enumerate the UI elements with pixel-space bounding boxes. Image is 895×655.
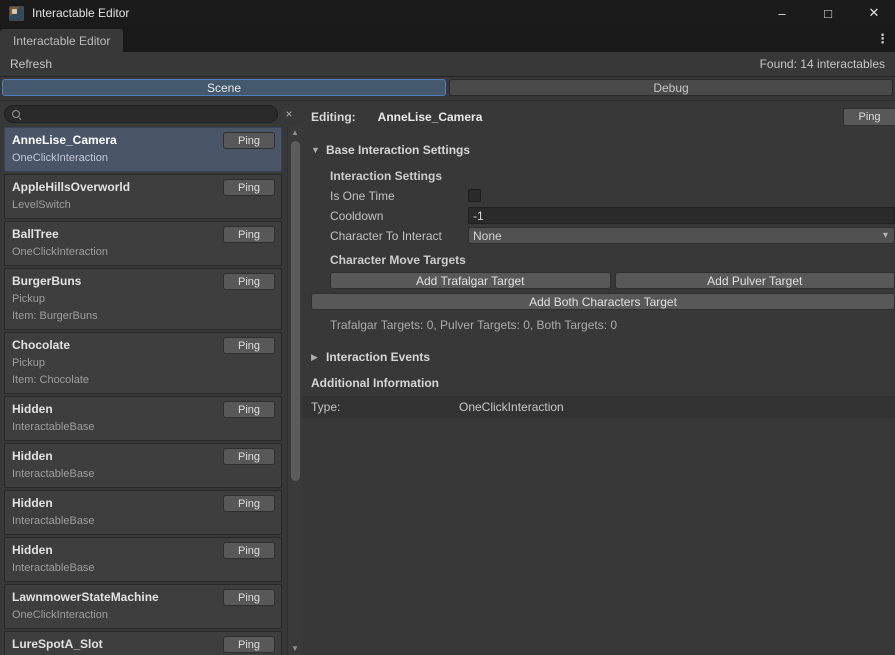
tab-debug[interactable]: Debug xyxy=(449,79,893,96)
window-controls: – □ ✕ xyxy=(751,1,889,25)
ping-button[interactable]: Ping xyxy=(223,179,275,196)
titlebar: Interactable Editor – □ ✕ xyxy=(0,0,895,26)
scroll-down-icon[interactable]: ▼ xyxy=(291,643,299,655)
close-button[interactable]: ✕ xyxy=(859,1,889,25)
add-target-buttons: Add Trafalgar Target Add Pulver Target xyxy=(330,272,895,289)
list-item-type: OneClickInteraction xyxy=(12,244,275,261)
list-item[interactable]: Hidden InteractableBase Ping xyxy=(4,396,282,441)
refresh-button[interactable]: Refresh xyxy=(8,55,62,73)
toolbar: Refresh Found: 14 interactables xyxy=(0,52,895,77)
search-icon xyxy=(12,109,22,119)
list-item[interactable]: Chocolate Pickup Item: Chocolate Ping xyxy=(4,332,282,394)
minimize-button[interactable]: – xyxy=(767,1,797,25)
interaction-events-foldout[interactable]: ▶ Interaction Events xyxy=(311,348,895,366)
editing-header: Editing: AnneLise_Camera Ping xyxy=(311,107,895,127)
ping-button[interactable]: Ping xyxy=(223,337,275,354)
character-to-interact-label: Character To Interact xyxy=(330,229,468,243)
ping-button[interactable]: Ping xyxy=(223,495,275,512)
tab-scene[interactable]: Scene xyxy=(2,79,446,96)
base-settings-foldout[interactable]: ▼ Base Interaction Settings xyxy=(311,141,895,159)
window-menu-icon[interactable]: ⋮ xyxy=(870,31,895,47)
add-both-targets-button[interactable]: Add Both Characters Target xyxy=(311,293,895,310)
list-item[interactable]: AppleHillsOverworld LevelSwitch Ping xyxy=(4,174,282,219)
list-item-extra: Item: BurgerBuns xyxy=(12,308,275,325)
is-one-time-row: Is One Time xyxy=(330,186,895,205)
search-row: × xyxy=(0,101,302,127)
view-tabs: Scene Debug xyxy=(0,77,895,101)
ping-button[interactable]: Ping xyxy=(223,226,275,243)
window-title: Interactable Editor xyxy=(32,6,129,20)
scene-list-scrollbar[interactable]: ▲ ▼ xyxy=(287,127,302,655)
content: × AnneLise_Camera OneClickInteraction Pi… xyxy=(0,101,895,655)
base-settings-foldout-label: Base Interaction Settings xyxy=(326,143,470,157)
move-targets-header: Character Move Targets xyxy=(330,253,895,267)
list-item-type: Pickup xyxy=(12,355,275,372)
scene-list: AnneLise_Camera OneClickInteraction Ping… xyxy=(0,127,286,655)
ping-button[interactable]: Ping xyxy=(223,589,275,606)
add-trafalgar-target-button[interactable]: Add Trafalgar Target xyxy=(330,272,611,289)
scrollbar-thumb[interactable] xyxy=(291,141,300,481)
list-item-type: Pickup xyxy=(12,291,275,308)
character-to-interact-row: Character To Interact None ▾ xyxy=(330,226,895,245)
is-one-time-checkbox[interactable] xyxy=(468,189,481,202)
cooldown-row: Cooldown xyxy=(330,206,895,225)
ping-button[interactable]: Ping xyxy=(223,273,275,290)
search-input[interactable] xyxy=(27,107,270,121)
search-field[interactable] xyxy=(4,105,278,123)
interactable-editor-window: Interactable Editor – □ ✕ Interactable E… xyxy=(0,0,895,655)
list-item-type: InteractableBase xyxy=(12,513,275,530)
add-pulver-target-button[interactable]: Add Pulver Target xyxy=(615,272,895,289)
foldout-closed-icon: ▶ xyxy=(311,352,326,363)
list-item[interactable]: Hidden InteractableBase Ping xyxy=(4,490,282,535)
ping-button[interactable]: Ping xyxy=(223,448,275,465)
list-item[interactable]: BallTree OneClickInteraction Ping xyxy=(4,221,282,266)
clear-search-icon[interactable]: × xyxy=(278,107,300,121)
interaction-events-foldout-label: Interaction Events xyxy=(326,350,430,364)
ping-button[interactable]: Ping xyxy=(223,401,275,418)
list-item[interactable]: AnneLise_Camera OneClickInteraction Ping xyxy=(4,127,282,172)
list-item-type: OneClickInteraction xyxy=(12,607,275,624)
character-to-interact-value: None xyxy=(473,229,502,243)
inspector-panel: Editing: AnneLise_Camera Ping ▼ Base Int… xyxy=(302,101,895,655)
ping-selected-button[interactable]: Ping xyxy=(843,108,895,126)
found-count-label: Found: 14 interactables xyxy=(760,57,887,71)
scroll-up-icon[interactable]: ▲ xyxy=(291,127,299,139)
interaction-settings-header: Interaction Settings xyxy=(330,169,895,183)
list-item-type: OneClickInteraction xyxy=(12,150,275,167)
foldout-open-icon: ▼ xyxy=(311,145,326,155)
scene-panel: × AnneLise_Camera OneClickInteraction Pi… xyxy=(0,101,302,655)
tab-interactable-editor[interactable]: Interactable Editor xyxy=(0,29,123,52)
list-item[interactable]: BurgerBuns Pickup Item: BurgerBuns Ping xyxy=(4,268,282,330)
ping-button[interactable]: Ping xyxy=(223,132,275,149)
list-item-extra: Item: Chocolate xyxy=(12,372,275,389)
editing-label: Editing: xyxy=(311,110,356,124)
maximize-button[interactable]: □ xyxy=(813,1,843,25)
list-item-type: InteractableBase xyxy=(12,466,275,483)
scene-list-wrap: AnneLise_Camera OneClickInteraction Ping… xyxy=(0,127,302,655)
ping-button[interactable]: Ping xyxy=(223,636,275,653)
targets-summary: Trafalgar Targets: 0, Pulver Targets: 0,… xyxy=(330,318,895,332)
editor-tabstrip: Interactable Editor ⋮ xyxy=(0,26,895,52)
list-item-type: InteractableBase xyxy=(12,560,275,577)
additional-information-header: Additional Information xyxy=(311,376,895,390)
list-item-type: InteractableBase xyxy=(12,419,275,436)
dropdown-arrow-icon: ▾ xyxy=(883,230,890,241)
editing-target-name: AnneLise_Camera xyxy=(378,110,483,124)
list-item[interactable]: LawnmowerStateMachine OneClickInteractio… xyxy=(4,584,282,629)
is-one-time-label: Is One Time xyxy=(330,189,468,203)
cooldown-input[interactable] xyxy=(468,207,895,224)
list-item[interactable]: Hidden InteractableBase Ping xyxy=(4,443,282,488)
cooldown-label: Cooldown xyxy=(330,209,468,223)
list-item[interactable]: LureSpotA_Slot Ping xyxy=(4,631,282,655)
list-item[interactable]: Hidden InteractableBase Ping xyxy=(4,537,282,582)
list-item-type: LevelSwitch xyxy=(12,197,275,214)
type-row: Type: OneClickInteraction xyxy=(302,396,895,418)
character-to-interact-dropdown[interactable]: None ▾ xyxy=(468,227,895,244)
type-label: Type: xyxy=(311,400,459,414)
ping-button[interactable]: Ping xyxy=(223,542,275,559)
type-value: OneClickInteraction xyxy=(459,400,564,414)
app-icon xyxy=(9,6,24,21)
